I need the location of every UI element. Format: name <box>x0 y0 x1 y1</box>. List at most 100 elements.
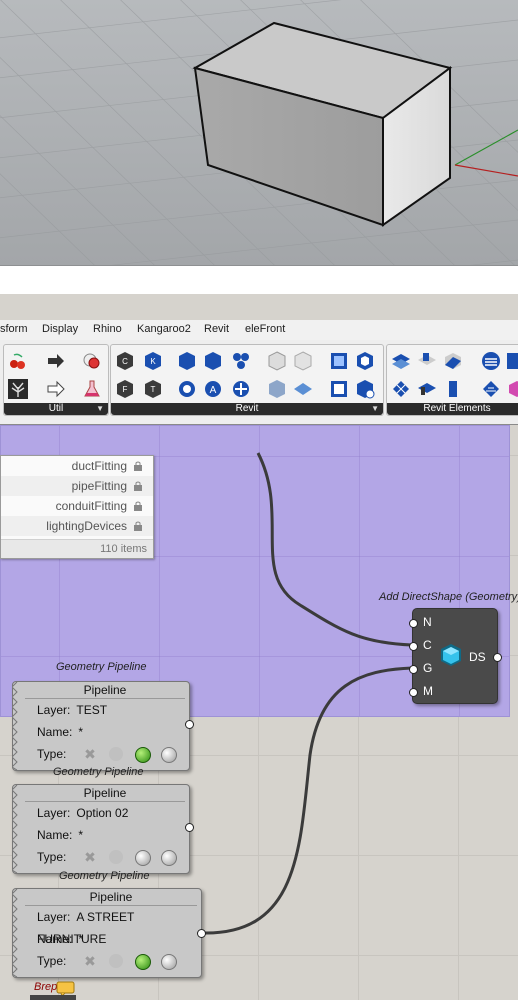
util-panel-label: Util <box>48 403 64 414</box>
curve-type-toggle[interactable] <box>109 747 123 761</box>
grasshopper-canvas[interactable]: ductFitting pipeFitting conduitFitting l… <box>0 425 518 1000</box>
tree-icon[interactable] <box>8 379 28 399</box>
lock-icon <box>134 521 142 531</box>
output-port[interactable] <box>185 823 194 832</box>
revit-roof-icon[interactable] <box>443 351 463 371</box>
input-label-m: M <box>423 684 433 698</box>
point-type-toggle[interactable]: ✖ <box>83 850 97 864</box>
pipeline-component[interactable]: Pipeline Layer: Option 02 Name: * Type: ✖ <box>12 784 194 874</box>
list-item[interactable]: ductFitting <box>1 456 153 476</box>
flask-icon[interactable] <box>82 379 102 399</box>
layer-value[interactable]: TEST <box>76 703 107 717</box>
revit-element-icon[interactable] <box>177 351 197 371</box>
name-row: Name: * <box>13 824 189 846</box>
revit-type-icon[interactable]: T <box>143 379 163 399</box>
mesh-type-toggle[interactable] <box>161 850 177 866</box>
revit-stair-icon[interactable] <box>481 379 501 399</box>
list-item-label: ductFitting <box>71 459 127 473</box>
input-port-m[interactable] <box>409 688 418 697</box>
directshape-icon <box>441 644 461 666</box>
revit-mesh-icon[interactable] <box>267 379 287 399</box>
curve-type-toggle[interactable] <box>109 954 123 968</box>
revit-family-icon[interactable]: F <box>115 379 135 399</box>
brep-type-toggle[interactable] <box>135 747 151 763</box>
pipeline-title: Pipeline <box>25 682 185 699</box>
revit-floor-icon[interactable] <box>417 351 437 371</box>
mesh-type-toggle[interactable] <box>161 954 177 970</box>
name-label: Name: <box>37 932 73 946</box>
arrow-right-solid-icon[interactable] <box>46 351 66 371</box>
revit-elements-panel-label: Revit Elements <box>423 403 491 414</box>
arrow-right-outline-icon[interactable] <box>46 379 66 399</box>
expand-arrow-icon[interactable]: ▼ <box>96 403 104 415</box>
revit-layers-icon[interactable] <box>391 351 411 371</box>
cherries-icon[interactable] <box>8 351 28 371</box>
revit-category-icon[interactable]: C <box>115 351 135 371</box>
name-row: Name: * <box>13 928 201 950</box>
name-value[interactable]: * <box>78 725 83 739</box>
point-type-toggle[interactable]: ✖ <box>83 954 97 968</box>
rhino-viewport[interactable] <box>0 0 518 266</box>
component-toolbar: Util ▼ C F K T A Revit ▼ Revit Elements <box>0 340 518 425</box>
pipeline-component[interactable]: Pipeline Layer: A STREET FURNITURE Name: *… <box>12 888 206 978</box>
revit-directshape-icon[interactable] <box>355 351 375 371</box>
menu-revit[interactable]: Revit <box>204 323 229 335</box>
viewport-grid <box>0 0 518 265</box>
list-item[interactable]: lightingDevices <box>1 516 153 536</box>
type-row: Type: ✖ <box>13 743 189 765</box>
revit-solid-icon[interactable] <box>267 351 287 371</box>
revit-surface-icon[interactable] <box>293 379 313 399</box>
point-type-toggle[interactable]: ✖ <box>83 747 97 761</box>
revit-wall-icon[interactable] <box>417 379 437 399</box>
list-item[interactable]: conduitFitting <box>1 496 153 516</box>
layer-value[interactable]: Option 02 <box>76 806 128 820</box>
expand-arrow-icon[interactable]: ▼ <box>371 403 379 415</box>
output-port[interactable] <box>197 929 206 938</box>
revit-cluster-icon[interactable] <box>231 351 251 371</box>
revit-grid-icon[interactable] <box>391 379 411 399</box>
list-item[interactable]: pipeFitting <box>1 476 153 496</box>
name-value[interactable]: * <box>78 932 83 946</box>
revit-sheet-icon[interactable] <box>329 379 349 399</box>
revit-panel-label: Revit <box>235 403 259 414</box>
input-port-n[interactable] <box>409 619 418 628</box>
mesh-type-toggle[interactable] <box>161 747 177 763</box>
revit-transform-icon[interactable] <box>355 379 375 399</box>
menu-rhino[interactable]: Rhino <box>93 323 122 335</box>
menu-elefront[interactable]: eleFront <box>245 323 285 335</box>
revit-stack-icon[interactable] <box>481 351 501 371</box>
input-port-g[interactable] <box>409 665 418 674</box>
output-port[interactable] <box>185 720 194 729</box>
menu-transform[interactable]: sform <box>0 323 28 335</box>
revit-key-icon[interactable]: K <box>143 351 163 371</box>
revit-add-icon[interactable]: A <box>203 379 223 399</box>
layer-label: Layer: <box>37 910 71 924</box>
svg-text:T: T <box>151 385 156 394</box>
util-panel: Util ▼ <box>3 344 109 416</box>
category-value-list[interactable]: ductFitting pipeFitting conduitFitting l… <box>0 455 154 559</box>
revit-move-icon[interactable] <box>231 379 251 399</box>
name-row: Name: * <box>13 721 189 743</box>
lock-icon <box>134 481 142 491</box>
type-row: Type: ✖ <box>13 950 201 972</box>
revit-geometry-icon[interactable] <box>177 379 197 399</box>
revit-more-icon[interactable] <box>507 351 518 371</box>
revit-view-icon[interactable] <box>329 351 349 371</box>
menu-kangaroo2[interactable]: Kangaroo2 <box>137 323 191 335</box>
brep-type-toggle[interactable] <box>135 850 151 866</box>
pipeline-component[interactable]: Pipeline Layer: TEST Name: * Type: ✖ <box>12 681 194 771</box>
output-port-ds[interactable] <box>493 653 502 662</box>
revit-color-icon[interactable] <box>507 379 518 399</box>
menu-display[interactable]: Display <box>42 323 78 335</box>
pills-icon[interactable] <box>82 351 102 371</box>
input-port-c[interactable] <box>409 642 418 651</box>
curve-type-toggle[interactable] <box>109 850 123 864</box>
brep-type-toggle[interactable] <box>135 954 151 970</box>
add-directshape-component[interactable]: N C G M DS <box>409 608 502 704</box>
type-label: Type: <box>37 747 67 761</box>
revit-column-icon[interactable] <box>443 379 463 399</box>
revit-points-icon[interactable] <box>293 351 313 371</box>
name-value[interactable]: * <box>78 828 83 842</box>
list-item-label: lightingDevices <box>46 519 127 533</box>
revit-instance-icon[interactable] <box>203 351 223 371</box>
